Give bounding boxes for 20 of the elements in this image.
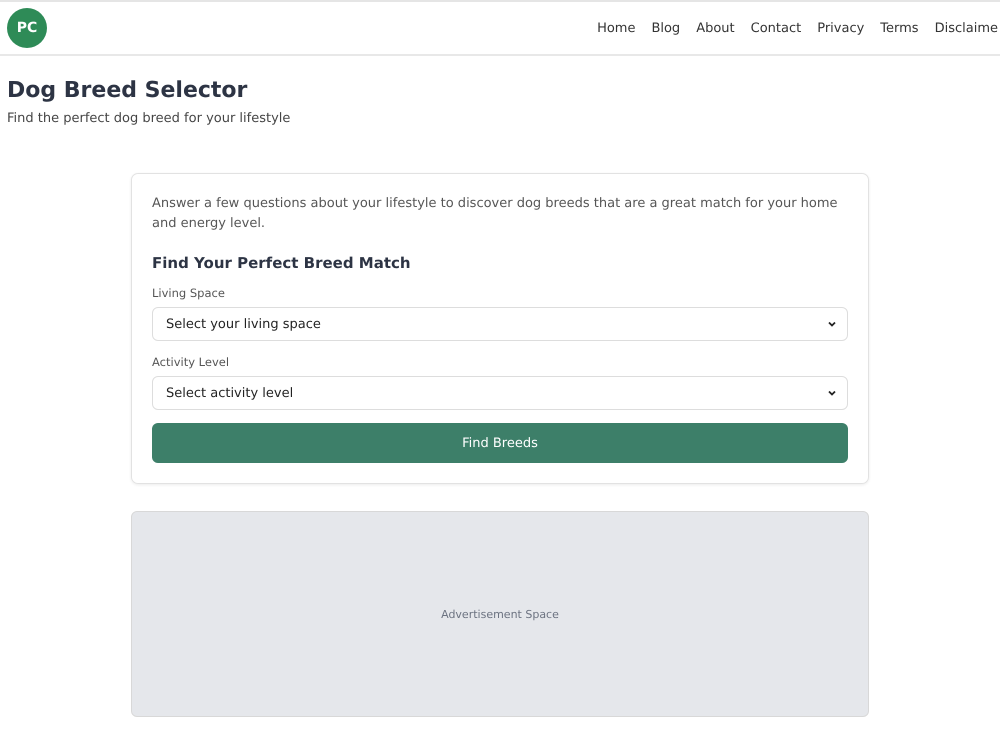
- nav-link[interactable]: Privacy: [817, 20, 864, 36]
- field-label: Living Space: [152, 286, 225, 300]
- find-breeds-button[interactable]: Find Breeds: [152, 423, 848, 463]
- form-heading: Find Your Perfect Breed Match: [152, 254, 412, 272]
- ad-label: Advertisement Space: [441, 608, 559, 620]
- chevron-down-icon: [827, 320, 837, 328]
- chevron-down-icon: [827, 389, 837, 397]
- page-subtitle: Find the perfect dog breed for your lifestyle: [7, 111, 292, 126]
- nav-link[interactable]: Terms: [880, 20, 919, 36]
- field-label: Activity Level: [152, 355, 230, 369]
- intro-text: Answer a few questions about your lifestyle to discover dog breeds that are a great match for your home and energy level.: [152, 195, 839, 233]
- nav-link[interactable]: Contact: [750, 20, 802, 36]
- nav-link[interactable]: Disclaime: [934, 20, 998, 36]
- nav-link[interactable]: Blog: [651, 20, 680, 36]
- page-title: Dog Breed Selector: [7, 78, 248, 103]
- nav-link[interactable]: Home: [597, 20, 636, 36]
- select-field[interactable]: Select activity level: [152, 376, 848, 410]
- select-field[interactable]: Select your living space: [152, 307, 848, 341]
- nav-link[interactable]: About: [696, 20, 735, 36]
- logo-icon[interactable]: PC: [7, 8, 47, 48]
